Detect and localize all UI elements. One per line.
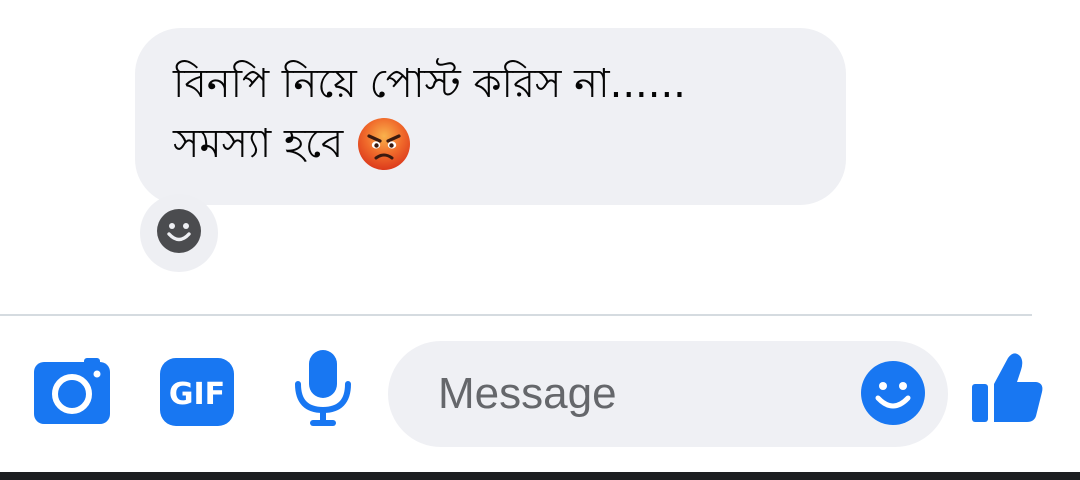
- voice-message-button[interactable]: [292, 350, 354, 430]
- message-line-2-row: সমস্যা হবে: [173, 114, 816, 174]
- camera-icon: [34, 358, 110, 428]
- chat-screen: বিনপি নিয়ে পোস্ট করিস না...... সমস্যা হ…: [0, 0, 1080, 480]
- message-bubble[interactable]: বিনপি নিয়ে পোস্ট করিস না...... সমস্যা হ…: [135, 28, 846, 205]
- like-button[interactable]: [968, 352, 1046, 430]
- emoji-picker-button[interactable]: [860, 360, 926, 430]
- camera-button[interactable]: [34, 358, 110, 428]
- thumbs-up-icon: [968, 350, 1046, 432]
- microphone-icon: [292, 348, 354, 432]
- add-reaction-button[interactable]: [140, 194, 218, 272]
- message-line-1: বিনপি নিয়ে পোস্ট করিস না......: [173, 61, 686, 107]
- system-navigation-bar: [0, 472, 1080, 480]
- emoji-smiley-icon: [860, 360, 926, 430]
- message-line-2: সমস্যা হবে: [173, 121, 344, 167]
- angry-face-emoji-icon: [357, 117, 411, 171]
- gif-icon: GIF: [160, 358, 234, 426]
- smiley-icon: [155, 207, 203, 259]
- gif-button[interactable]: GIF: [160, 358, 234, 426]
- message-input[interactable]: [436, 368, 860, 420]
- gif-label: GIF: [169, 377, 225, 412]
- message-composer: GIF: [0, 316, 1080, 472]
